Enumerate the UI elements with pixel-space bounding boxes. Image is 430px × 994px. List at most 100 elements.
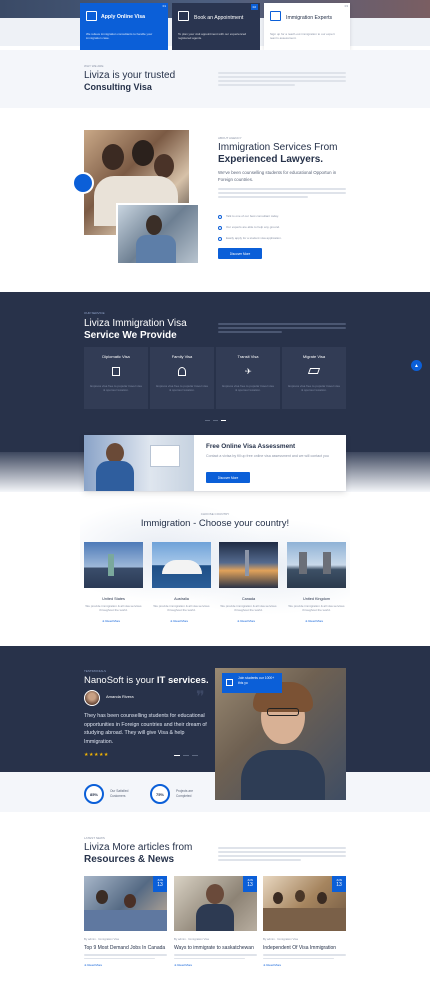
testimonial-dots[interactable] <box>174 755 198 757</box>
top-card-3[interactable]: Immigration Experts 03 Sign up for a rea… <box>264 3 350 50</box>
document-icon <box>86 11 97 21</box>
services-checklist: Talk to one of our best consultant today… <box>218 214 348 241</box>
visa-card-text: Express visa free to popular travel visa… <box>288 384 340 393</box>
date-badge: JUN 13 <box>153 876 167 892</box>
services-discover-button[interactable]: Discover More <box>218 248 262 259</box>
top-card-number: 01 <box>162 4 166 8</box>
assessment-title: Free Online Visa Assessment <box>206 443 296 450</box>
check-icon <box>218 236 222 241</box>
news-meta: By admin · Immigration Visa <box>263 937 298 941</box>
testimonial-author: Amanda Rivera <box>106 694 134 699</box>
trusted-heading-line2: Consulting Visa <box>84 82 152 92</box>
services-photo-small <box>116 203 200 265</box>
country-text: We provide immigration & all visa servic… <box>85 604 142 613</box>
top-card-title: Book an Appointment <box>194 15 244 21</box>
news-read-more[interactable]: ➔ Read More <box>263 963 346 967</box>
check-item: Talk to one of our best consultant today… <box>218 214 348 219</box>
news-card[interactable]: JUN 13 By admin · Immigration Visa Indepe… <box>263 876 346 986</box>
dark-services-section <box>0 292 430 452</box>
country-read-more[interactable]: ➔ Read More <box>84 619 143 623</box>
country-name: United Kingdom <box>302 597 331 601</box>
countries-kicker: CHOOSE COUNTRY <box>200 512 230 516</box>
country-card[interactable]: Australia We provide immigration & all v… <box>152 542 211 634</box>
assessment-button[interactable]: Discover More <box>206 472 250 483</box>
visa-card-title: Diplomatic Visa <box>102 354 130 359</box>
top-card-2[interactable]: Book an Appointment 02 To plan your visi… <box>172 3 260 50</box>
top-card-text: Sign up for a reach-out immigration to o… <box>270 32 335 41</box>
date-badge: JUN 13 <box>243 876 257 892</box>
news-photo: JUN 13 <box>174 876 257 931</box>
news-meta: By admin · Immigration Visa <box>174 937 209 941</box>
top-card-number: 02 <box>250 4 258 10</box>
visa-card-text: Express visa free to popular travel visa… <box>90 384 142 393</box>
assessment-text: Contact a vivisa by fill up free online … <box>206 454 329 458</box>
dark-heading-line2: Service We Provide <box>84 330 177 341</box>
country-read-more[interactable]: ➔ Read More <box>152 619 211 623</box>
news-heading-line2: Resources & News <box>84 854 175 865</box>
country-name: Canada <box>241 597 256 601</box>
passport-badge-icon <box>72 172 94 194</box>
visa-card[interactable]: Diplomatic Visa Express visa free to pop… <box>84 347 148 409</box>
scroll-top-button[interactable]: ▲ <box>411 360 422 371</box>
avatar <box>84 690 100 706</box>
country-photo-usa <box>84 542 143 588</box>
country-card[interactable]: United States We provide immigration & a… <box>84 542 143 634</box>
country-photo-australia <box>152 542 211 588</box>
student-icon <box>226 679 233 686</box>
top-card-text: To plan your visit appointment with our … <box>178 32 247 41</box>
country-name: Australia <box>174 597 189 601</box>
services-kicker: ABOUT AGENCY <box>218 136 242 140</box>
trusted-section <box>0 50 430 108</box>
testimonial-heading: NanoSoft is your IT services. <box>84 675 209 686</box>
stat-circle: 85% <box>84 784 104 804</box>
visa-card[interactable]: Family Visa Express visa free to popular… <box>150 347 214 409</box>
trusted-paragraph <box>218 70 346 88</box>
quote-icon: ❞ <box>196 689 205 706</box>
top-card-title: Immigration Experts <box>286 15 333 21</box>
country-name: United States <box>102 597 125 601</box>
check-item: Easily apply for a student visa applicat… <box>218 236 348 241</box>
visa-card-text: Express visa free to popular travel visa… <box>156 384 208 393</box>
news-title[interactable]: Top 9 Most Demand Jobs In Canada <box>84 945 167 951</box>
passport-icon <box>112 367 120 376</box>
top-card-text: We relieve immigration consultants to ha… <box>86 32 153 41</box>
stat-label: Our Satisfied Customers <box>110 789 129 798</box>
news-title[interactable]: Ways to immigrate to saskatchewan <box>174 945 257 951</box>
country-text: We provide immigration & all visa servic… <box>288 604 345 613</box>
country-photo-canada <box>219 542 278 588</box>
country-card[interactable]: United Kingdom We provide immigration & … <box>287 542 346 634</box>
assessment-photo <box>84 435 194 491</box>
news-excerpt <box>174 954 257 960</box>
news-heading-line1: Liviza More articles from <box>84 842 193 853</box>
family-icon <box>178 367 186 376</box>
check-item: Our experts are able to help any ground. <box>218 225 348 230</box>
rating-stars: ★★★★★ <box>84 752 109 758</box>
visa-card[interactable]: Migrate Visa Express visa free to popula… <box>282 347 346 409</box>
graduation-icon <box>307 368 321 374</box>
dark-paragraph <box>218 321 346 335</box>
dark-heading-line1: Liviza Immigration Visa <box>84 318 187 329</box>
visa-card-text: Express visa free to popular travel visa… <box>222 384 274 393</box>
news-photo: JUN 13 <box>263 876 346 931</box>
visa-card-title: Family Visa <box>171 354 193 359</box>
students-badge: Join students our 1000+ this yo <box>222 673 282 693</box>
news-paragraph <box>218 845 346 863</box>
country-read-more[interactable]: ➔ Read More <box>219 619 278 623</box>
news-title[interactable]: Independent Of Visa Immigration <box>263 945 346 951</box>
students-badge-text: Join students our 1000+ this yo <box>238 676 275 685</box>
top-card-1[interactable]: Apply Online Visa 01 We relieve immigrat… <box>80 3 168 50</box>
top-card-number: 03 <box>344 4 348 8</box>
visa-card-title: Migrate Visa <box>302 354 326 359</box>
visa-card[interactable]: Transit Visa ✈ Express visa free to popu… <box>216 347 280 409</box>
news-card[interactable]: JUN 13 By admin · Immigration Visa Top 9 … <box>84 876 167 986</box>
country-text: We provide immigration & all visa servic… <box>220 604 277 613</box>
country-text: We provide immigration & all visa servic… <box>153 604 210 613</box>
news-read-more[interactable]: ➔ Read More <box>84 963 167 967</box>
carousel-dots[interactable] <box>205 420 226 422</box>
news-read-more[interactable]: ➔ Read More <box>174 963 257 967</box>
country-read-more[interactable]: ➔ Read More <box>287 619 346 623</box>
testimonial-kicker: TESTIMONIALS <box>84 669 107 673</box>
news-card[interactable]: JUN 13 By admin · Immigration Visa Ways t… <box>174 876 257 986</box>
country-card[interactable]: Canada We provide immigration & all visa… <box>219 542 278 634</box>
services-paragraph <box>218 186 346 200</box>
